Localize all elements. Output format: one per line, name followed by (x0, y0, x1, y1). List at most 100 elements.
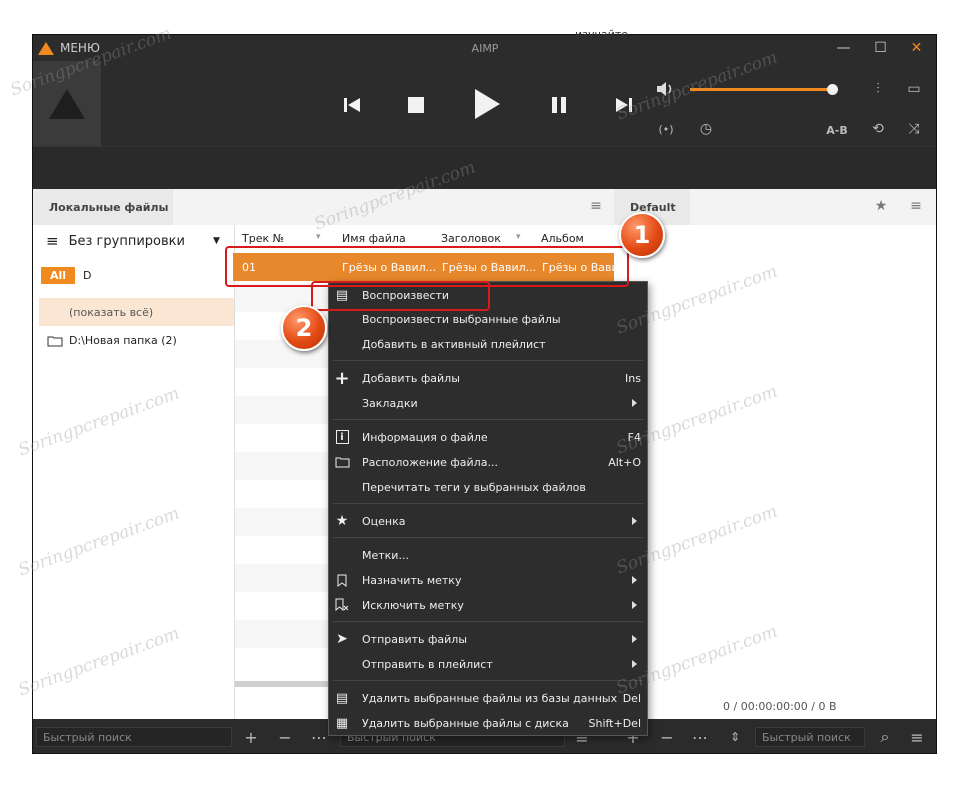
menu-item-bookmarks[interactable]: Закладки (329, 391, 647, 415)
minimize-button[interactable]: — (826, 36, 861, 60)
search-button[interactable]: ⌕ (875, 727, 895, 747)
menu-item-reread-tags[interactable]: Перечитать теги у выбранных файлов (329, 475, 647, 499)
aimp-logo-icon (49, 88, 85, 119)
tab-local-files[interactable]: Локальные файлы (33, 189, 173, 225)
submenu-arrow-icon (632, 576, 637, 584)
favorite-button[interactable]: ★ (873, 198, 889, 214)
menu-item-label: Закладки (362, 397, 418, 410)
menu-item-shortcut: Ins (625, 372, 641, 385)
more-icon: ⋯ (311, 727, 327, 747)
column-header-filename[interactable]: Имя файла (342, 232, 406, 245)
playlist-status: 0 / 00:00:00:00 / 0 B (723, 700, 837, 713)
minimize-icon: — (836, 40, 851, 56)
playlist-search-input[interactable]: Быстрый поиск (755, 727, 865, 747)
clock-icon: ◷ (699, 121, 713, 137)
show-all-item[interactable]: (показать всё) (39, 298, 234, 326)
menu-item-label: Информация о файле (362, 431, 488, 444)
close-icon: ✕ (910, 40, 923, 56)
sort-arrows-icon: ⇕ (729, 730, 741, 744)
playlist-menu-button[interactable]: ≡ (908, 198, 924, 214)
timer-button[interactable]: ◷ (696, 120, 716, 138)
plus-icon: + (244, 727, 258, 747)
minus-icon: − (660, 727, 674, 747)
minus-icon: − (278, 727, 292, 747)
remove-button[interactable]: − (275, 727, 295, 747)
volume-slider-handle[interactable] (827, 84, 838, 95)
previous-button[interactable] (340, 95, 364, 115)
star-icon: ★ (874, 198, 888, 214)
menu-item-tags[interactable]: Метки... (329, 543, 647, 567)
menu-item-label: Удалить выбранные файлы с диска (362, 717, 569, 730)
delete-disk-icon: ▦ (335, 715, 349, 731)
menu-item-add-files[interactable]: + Добавить файлы Ins (329, 366, 647, 390)
add-button[interactable]: + (241, 727, 261, 747)
play-button[interactable] (470, 87, 504, 121)
menu-item-remove-from-db[interactable]: ▤ Удалить выбранные файлы из базы данных… (329, 686, 647, 710)
menu-item-file-location[interactable]: Расположение файла... Alt+O (329, 450, 647, 474)
highlight-play-item (311, 281, 490, 311)
library-search-input[interactable]: Быстрый поиск (36, 727, 232, 747)
menu-item-label: Метки... (362, 549, 409, 562)
main-menu-button[interactable]: ≡ (907, 727, 927, 747)
submenu-arrow-icon (632, 399, 637, 407)
menu-separator (333, 419, 643, 420)
grouping-label: Без группировки (68, 233, 185, 249)
filter-all-button[interactable]: All (41, 267, 75, 284)
repeat-button[interactable]: ⟲ (868, 120, 888, 138)
submenu-arrow-icon (632, 517, 637, 525)
remove-db-icon: ▤ (335, 690, 349, 706)
menu-item-remove-tag[interactable]: Исключить метку (329, 593, 647, 617)
ab-repeat-button[interactable]: A-B (825, 121, 849, 139)
menu-item-label: Добавить файлы (362, 372, 460, 385)
shuffle-icon: ⤨ (908, 121, 920, 137)
menu-item-file-info[interactable]: i Информация о файле F4 (329, 425, 647, 449)
more-button[interactable]: ⋯ (309, 727, 329, 747)
bookmark-icon (333, 572, 351, 588)
library-menu-button[interactable]: ≡ (588, 198, 604, 214)
step-badge-1: 1 (619, 212, 665, 258)
column-header-album[interactable]: Альбом (541, 232, 584, 245)
repeat-icon: ⟲ (872, 121, 884, 137)
menu-item-send-files[interactable]: ➤ Отправить файлы (329, 627, 647, 651)
menu-item-label: Назначить метку (362, 574, 462, 587)
sort-button[interactable]: ⇕ (725, 727, 745, 747)
filter-letter-d[interactable]: D (83, 269, 91, 282)
remove-playlist-button[interactable]: − (657, 727, 677, 747)
more-playlist-button[interactable]: ⋯ (690, 727, 710, 747)
radio-icon: (•) (658, 122, 674, 136)
grouping-dropdown[interactable]: ≡ Без группировки ▼ (46, 232, 220, 250)
column-header-title[interactable]: Заголовок (441, 232, 501, 245)
close-button[interactable]: ✕ (899, 36, 934, 60)
menu-item-send-to-playlist[interactable]: Отправить в плейлист (329, 652, 647, 676)
submenu-arrow-icon (632, 660, 637, 668)
background-app-text: изучайте (575, 28, 629, 41)
menu-item-shortcut: Shift+Del (588, 717, 641, 730)
menu-separator (333, 360, 643, 361)
menu-item-assign-tag[interactable]: Назначить метку (329, 568, 647, 592)
pause-icon (552, 97, 566, 113)
menu-item-rating[interactable]: ★ Оценка (329, 509, 647, 533)
shuffle-button[interactable]: ⤨ (904, 120, 924, 138)
menu-item-label: Перечитать теги у выбранных файлов (362, 481, 586, 494)
previous-icon (344, 98, 360, 112)
menu-item-label: Отправить в плейлист (362, 658, 493, 671)
chevron-down-icon: ▼ (212, 236, 220, 246)
menu-item-label: Удалить выбранные файлы из базы данных (362, 692, 618, 705)
menu-item-add-to-active-playlist[interactable]: Добавить в активный плейлист (329, 332, 647, 356)
filter-icon[interactable]: ▾ (516, 232, 521, 242)
window-title: AIMP (471, 42, 499, 55)
equalizer-button[interactable]: ⫶ (868, 80, 888, 98)
column-header-track[interactable]: Трек № (242, 232, 284, 245)
folder-icon (47, 336, 63, 346)
hamburger-icon: ≡ (910, 727, 924, 747)
maximize-button[interactable]: ☐ (863, 36, 898, 60)
pause-button[interactable] (548, 95, 570, 115)
bookmark-remove-icon (333, 597, 351, 613)
stop-button[interactable] (405, 95, 427, 115)
display-button[interactable]: ▭ (904, 80, 924, 98)
folder-item[interactable]: D:\Новая папка (2) (47, 334, 177, 347)
hamburger-icon: ≡ (590, 198, 602, 214)
menu-item-delete-from-disk[interactable]: ▦ Удалить выбранные файлы с диска Shift+… (329, 711, 647, 735)
radio-button[interactable]: (•) (655, 120, 677, 138)
menu-item-label: Воспроизвести выбранные файлы (362, 313, 561, 326)
